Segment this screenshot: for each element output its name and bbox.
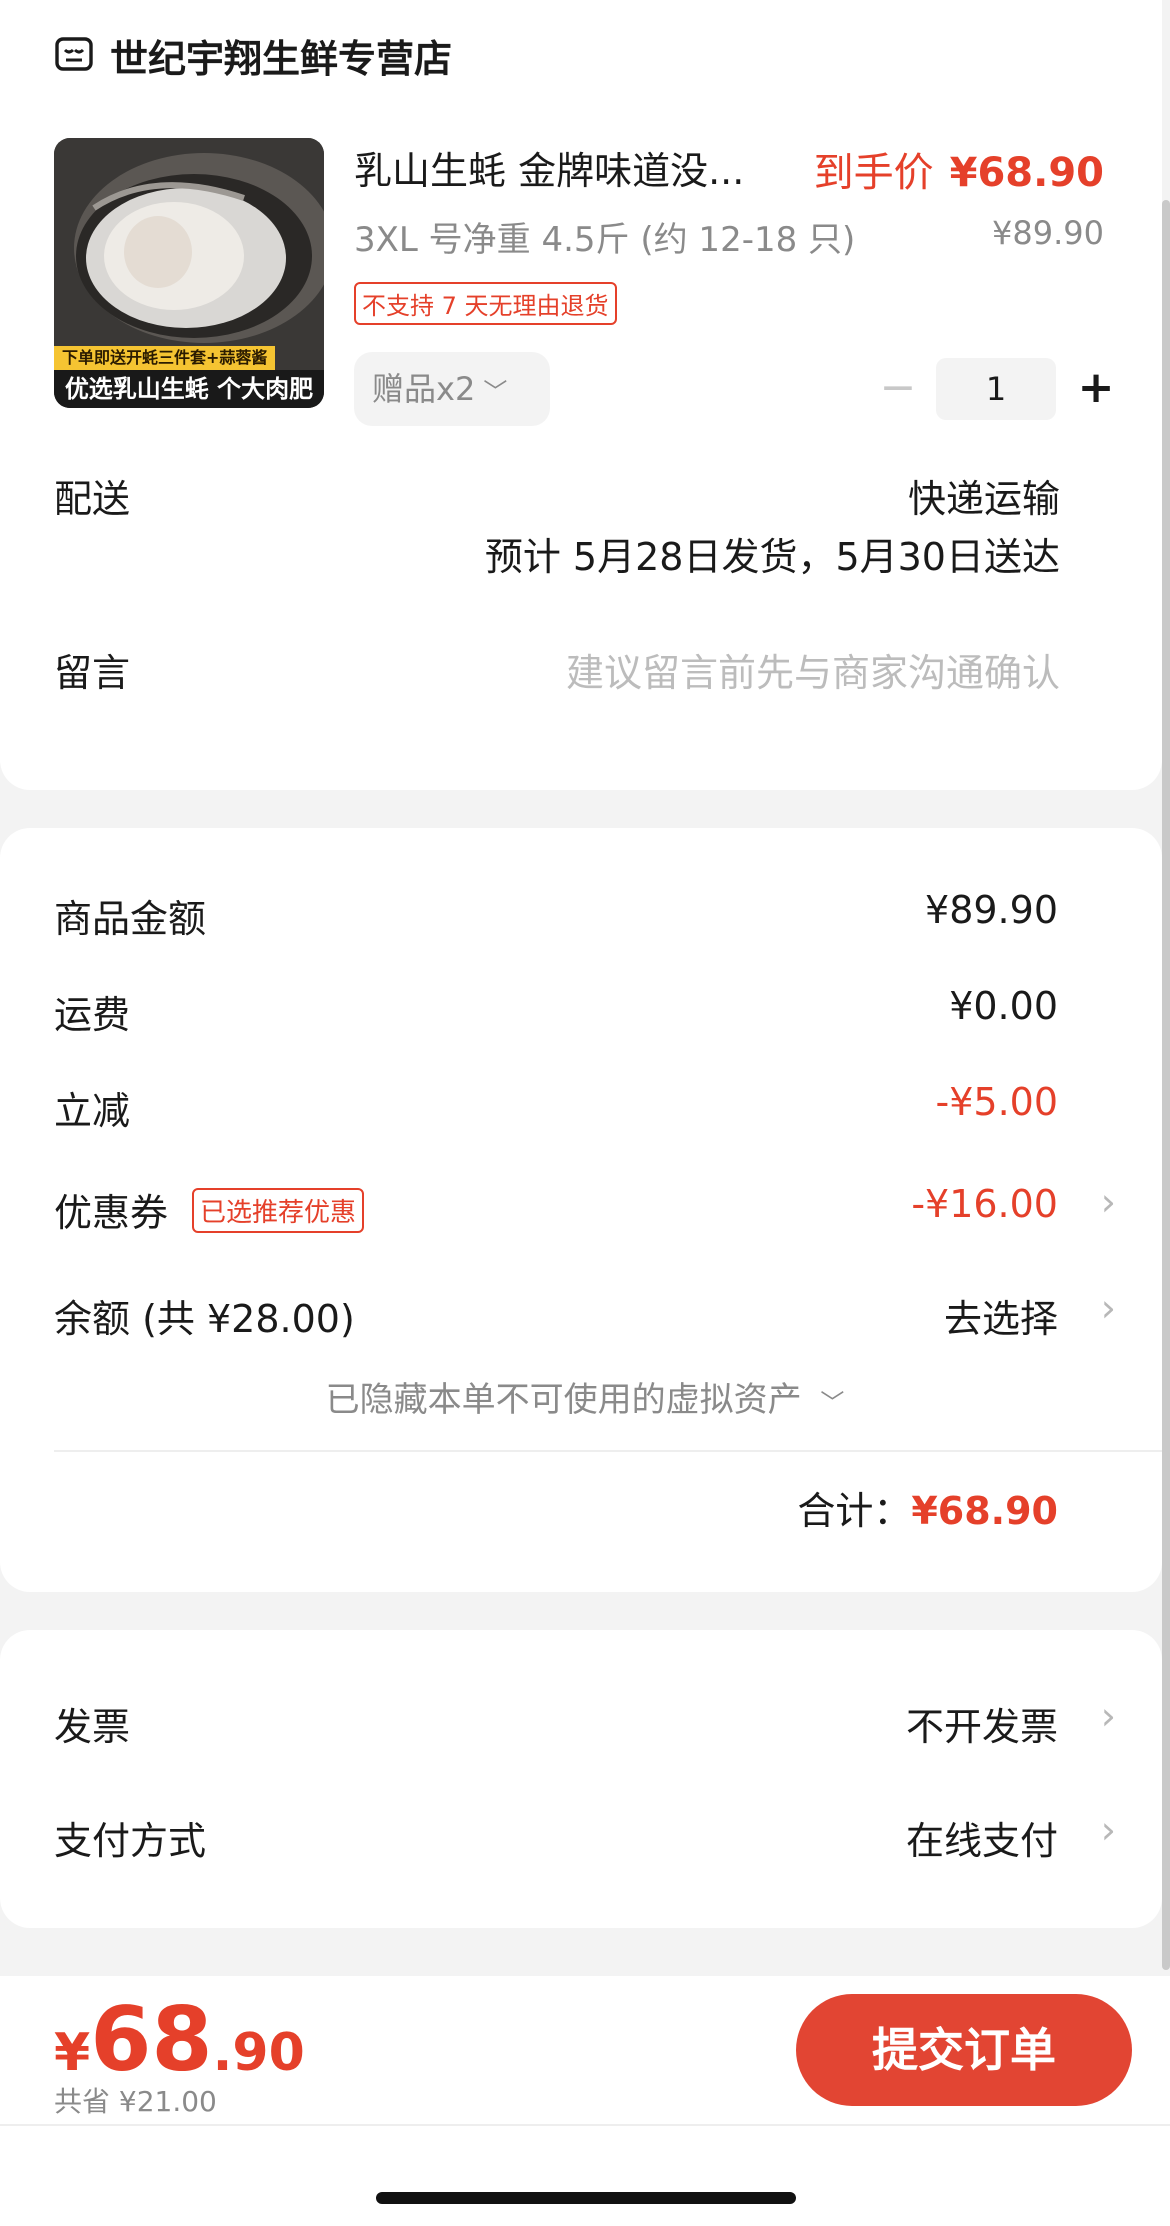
shipping-value: ¥0.00: [949, 984, 1058, 1028]
product-image-caption: 优选乳山生蚝 个大肉肥: [54, 370, 324, 408]
checkout-bar: ¥68.90 共省 ¥21.00 提交订单: [0, 1976, 1170, 2226]
shipping-label: 运费: [54, 993, 131, 1037]
message-input[interactable]: 建议留言前先与商家沟通确认: [566, 642, 1060, 697]
pay-amount: ¥68.90: [54, 1988, 305, 2091]
product-image[interactable]: 下单即送开蚝三件套+蒜蓉酱 优选乳山生蚝 个大肉肥: [54, 138, 324, 408]
payment-method-label: 支付方式: [54, 1819, 207, 1863]
store-icon: [55, 37, 93, 71]
invoice-label: 发票: [54, 1705, 131, 1749]
no-return-badge: 不支持 7 天无理由退货: [354, 282, 617, 325]
order-item-card: 世纪宇翔生鲜专营店 下单即送开蚝三件套+蒜蓉酱 优选乳山生蚝 个大肉肥 乳山生蚝…: [0, 0, 1162, 790]
delivery-label: 配送: [54, 477, 131, 521]
pay-amount-integer: 68: [90, 1988, 213, 2091]
hidden-assets-toggle[interactable]: 已隐藏本单不可使用的虚拟资产 ﹀: [0, 1372, 1170, 1421]
invoice-payment-card: [0, 1630, 1162, 1928]
home-indicator[interactable]: [376, 2192, 796, 2204]
store-name[interactable]: 世纪宇翔生鲜专营店: [110, 28, 452, 83]
pay-amount-decimal: .90: [212, 2023, 305, 2083]
product-title[interactable]: 乳山生蚝 金牌味道没...: [354, 140, 794, 195]
payment-method-value[interactable]: 在线支付: [906, 1810, 1058, 1865]
delivery-method[interactable]: 快递运输: [908, 468, 1060, 523]
final-price-label: 到手价: [813, 150, 934, 196]
invoice-value[interactable]: 不开发票: [906, 1696, 1058, 1751]
gift-button[interactable]: 赠品x2 ﹀: [354, 352, 550, 426]
balance-label: 余额 (共 ¥28.00): [54, 1297, 355, 1341]
quantity-increase-button[interactable]: +: [1076, 356, 1116, 420]
balance-select-button[interactable]: 去选择: [944, 1288, 1058, 1343]
submit-order-button[interactable]: 提交订单: [796, 1994, 1132, 2106]
final-price-amount: ¥68.90: [949, 150, 1104, 196]
total-value: ¥68.90: [911, 1489, 1058, 1533]
message-label: 留言: [54, 651, 131, 695]
product-spec[interactable]: 3XL 号净重 4.5斤 (约 12-18 只): [354, 212, 855, 261]
coupon-value[interactable]: -¥16.00: [911, 1182, 1058, 1226]
coupon-recommended-badge: 已选推荐优惠: [192, 1188, 365, 1233]
scrollbar[interactable]: [1162, 200, 1170, 1970]
original-price: ¥89.90: [992, 214, 1104, 252]
instant-discount-label: 立减: [54, 1089, 131, 1133]
total-label: 合计：: [797, 1489, 912, 1533]
divider: [54, 1450, 1162, 1452]
delivery-estimate: 预计 5月28日发货，5月30日送达: [484, 535, 1060, 579]
chevron-down-icon: ﹀: [820, 1389, 845, 1417]
hidden-assets-text: 已隐藏本单不可使用的虚拟资产: [325, 1380, 802, 1420]
product-image-tag: 下单即送开蚝三件套+蒜蓉酱: [54, 346, 276, 370]
coupon-label[interactable]: 优惠券: [54, 1182, 168, 1237]
chevron-right-icon[interactable]: ›: [1101, 1808, 1116, 1852]
instant-discount-value: -¥5.00: [935, 1080, 1059, 1124]
pay-currency: ¥: [54, 2023, 91, 2083]
gift-label: 赠品x2: [372, 370, 476, 408]
total-savings: 共省 ¥21.00: [54, 2085, 217, 2118]
items-amount-label: 商品金额: [54, 897, 207, 941]
chevron-right-icon[interactable]: ›: [1101, 1180, 1116, 1224]
quantity-decrease-button[interactable]: −: [878, 356, 918, 420]
chevron-right-icon[interactable]: ›: [1101, 1694, 1116, 1738]
chevron-right-icon[interactable]: ›: [1101, 1286, 1116, 1330]
quantity-value[interactable]: 1: [936, 358, 1056, 420]
chevron-down-icon: ﹀: [483, 378, 508, 406]
order-total: 合计：¥68.90: [797, 1480, 1058, 1535]
items-amount-value: ¥89.90: [925, 888, 1058, 932]
divider: [0, 2124, 1170, 2126]
product-final-price: 到手价 ¥68.90: [814, 140, 1104, 198]
